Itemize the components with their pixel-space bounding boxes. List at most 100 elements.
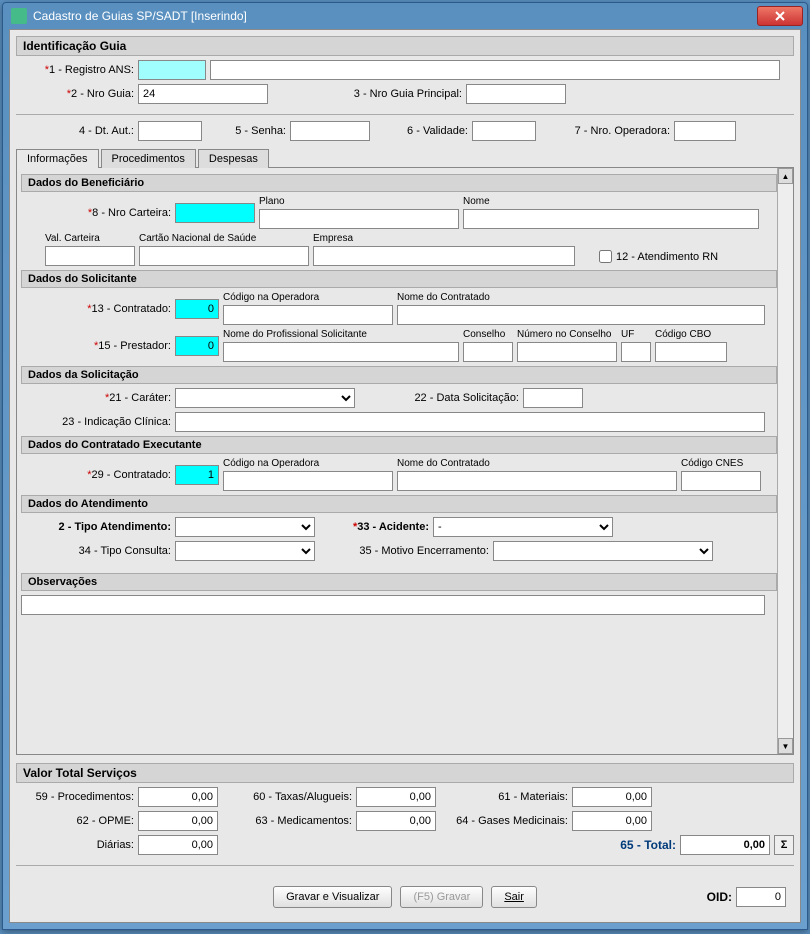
nome-contratado-sol-label: Nome do Contratado	[397, 292, 765, 303]
registro-ans-label: 1 - Registro ANS:	[16, 64, 134, 76]
gravar-button[interactable]: (F5) Gravar	[400, 886, 483, 908]
cod-op-exec-input[interactable]	[223, 471, 393, 491]
sigma-button[interactable]: Σ	[774, 835, 794, 855]
val-carteira-input[interactable]	[45, 246, 135, 266]
diarias-input[interactable]	[138, 835, 218, 855]
nro-operadora-label: 7 - Nro. Operadora:	[540, 125, 670, 137]
titlebar[interactable]: Cadastro de Guias SP/SADT [Inserindo]	[3, 3, 807, 29]
form-content: Identificação Guia 1 - Registro ANS: 2 -…	[9, 29, 801, 923]
tab-despesas[interactable]: Despesas	[198, 149, 269, 168]
nome-beneficiario-input[interactable]	[463, 209, 759, 229]
tab-procedimentos[interactable]: Procedimentos	[101, 149, 196, 168]
medicamentos-input[interactable]	[356, 811, 436, 831]
dt-aut-input[interactable]	[138, 121, 202, 141]
proc-total-input[interactable]	[138, 787, 218, 807]
indicacao-label: 23 - Indicação Clínica:	[21, 416, 171, 428]
indicacao-input[interactable]	[175, 412, 765, 432]
val-carteira-label: Val. Carteira	[45, 233, 135, 244]
tipo-consulta-label: 34 - Tipo Consulta:	[21, 545, 171, 557]
sair-button[interactable]: Sair	[491, 886, 537, 908]
tab-body-informacoes: ▲ ▼ Dados do Beneficiário 8 - Nro Cartei…	[16, 168, 794, 755]
motivo-enc-select[interactable]	[493, 541, 713, 561]
proc-total-label: 59 - Procedimentos:	[16, 791, 134, 803]
nro-carteira-input[interactable]	[175, 203, 255, 223]
contratado-sol-input[interactable]	[175, 299, 219, 319]
gases-input[interactable]	[572, 811, 652, 831]
nro-operadora-input[interactable]	[674, 121, 736, 141]
total-label: 65 - Total:	[620, 838, 676, 852]
plano-label: Plano	[259, 196, 459, 207]
cbo-label: Código CBO	[655, 329, 727, 340]
app-icon	[11, 8, 27, 24]
senha-input[interactable]	[290, 121, 370, 141]
cod-op-sol-label: Código na Operadora	[223, 292, 393, 303]
uf-input[interactable]	[621, 342, 651, 362]
tabs: Informações Procedimentos Despesas	[16, 149, 794, 168]
window-title: Cadastro de Guias SP/SADT [Inserindo]	[33, 9, 757, 23]
conselho-input[interactable]	[463, 342, 513, 362]
section-solicitante-title: Dados do Solicitante	[21, 270, 777, 288]
opme-input[interactable]	[138, 811, 218, 831]
sigma-icon: Σ	[781, 839, 788, 851]
acidente-select[interactable]: -	[433, 517, 613, 537]
scrollbar[interactable]: ▲ ▼	[777, 168, 793, 754]
cnes-label: Código CNES	[681, 458, 761, 469]
conselho-label: Conselho	[463, 329, 513, 340]
nome-prof-input[interactable]	[223, 342, 459, 362]
contratado-exec-input[interactable]	[175, 465, 219, 485]
close-button[interactable]	[757, 6, 803, 26]
section-beneficiario-title: Dados do Beneficiário	[21, 174, 777, 192]
nro-guia-principal-label: 3 - Nro Guia Principal:	[272, 88, 462, 100]
section-identificacao-title: Identificação Guia	[16, 36, 794, 56]
tab-informacoes[interactable]: Informações	[16, 149, 99, 168]
scroll-down-icon[interactable]: ▼	[778, 738, 793, 754]
cod-op-exec-label: Código na Operadora	[223, 458, 393, 469]
nome-contratado-sol-input[interactable]	[397, 305, 765, 325]
cbo-input[interactable]	[655, 342, 727, 362]
prestador-label: 15 - Prestador:	[21, 340, 171, 352]
app-window: Cadastro de Guias SP/SADT [Inserindo] Id…	[2, 2, 808, 930]
data-solicitacao-label: 22 - Data Solicitação:	[359, 392, 519, 404]
taxas-label: 60 - Taxas/Alugueis:	[222, 791, 352, 803]
registro-ans-desc-input[interactable]	[210, 60, 780, 80]
section-atendimento-title: Dados do Atendimento	[21, 495, 777, 513]
validade-label: 6 - Validade:	[374, 125, 468, 137]
empresa-input[interactable]	[313, 246, 575, 266]
contratado-sol-label: 13 - Contratado:	[21, 303, 171, 315]
scroll-up-icon[interactable]: ▲	[778, 168, 793, 184]
acidente-label: 33 - Acidente:	[319, 521, 429, 533]
data-solicitacao-input[interactable]	[523, 388, 583, 408]
total-input[interactable]	[680, 835, 770, 855]
nro-guia-input[interactable]	[138, 84, 268, 104]
num-conselho-label: Número no Conselho	[517, 329, 617, 340]
dt-aut-label: 4 - Dt. Aut.:	[16, 125, 134, 137]
num-conselho-input[interactable]	[517, 342, 617, 362]
taxas-input[interactable]	[356, 787, 436, 807]
nro-guia-principal-input[interactable]	[466, 84, 566, 104]
atendimento-rn-label: 12 - Atendimento RN	[616, 251, 718, 263]
carater-select[interactable]	[175, 388, 355, 408]
tipo-atendimento-select[interactable]	[175, 517, 315, 537]
atendimento-rn-checkbox[interactable]	[599, 250, 612, 263]
tipo-atendimento-label: 2 - Tipo Atendimento:	[21, 521, 171, 533]
registro-ans-input[interactable]	[138, 60, 206, 80]
oid-input[interactable]	[736, 887, 786, 907]
plano-input[interactable]	[259, 209, 459, 229]
validade-input[interactable]	[472, 121, 536, 141]
medicamentos-label: 63 - Medicamentos:	[222, 815, 352, 827]
nro-guia-label: 2 - Nro Guia:	[16, 88, 134, 100]
close-icon	[775, 11, 785, 21]
observacoes-input[interactable]	[21, 595, 765, 615]
cod-op-sol-input[interactable]	[223, 305, 393, 325]
diarias-label: Diárias:	[16, 839, 134, 851]
section-executante-title: Dados do Contratado Executante	[21, 436, 777, 454]
tipo-consulta-select[interactable]	[175, 541, 315, 561]
motivo-enc-label: 35 - Motivo Encerramento:	[319, 545, 489, 557]
section-solicitacao-title: Dados da Solicitação	[21, 366, 777, 384]
gravar-visualizar-button[interactable]: Gravar e Visualizar	[273, 886, 392, 908]
cnes-input[interactable]	[681, 471, 761, 491]
cns-input[interactable]	[139, 246, 309, 266]
materiais-input[interactable]	[572, 787, 652, 807]
prestador-input[interactable]	[175, 336, 219, 356]
nome-exec-input[interactable]	[397, 471, 677, 491]
